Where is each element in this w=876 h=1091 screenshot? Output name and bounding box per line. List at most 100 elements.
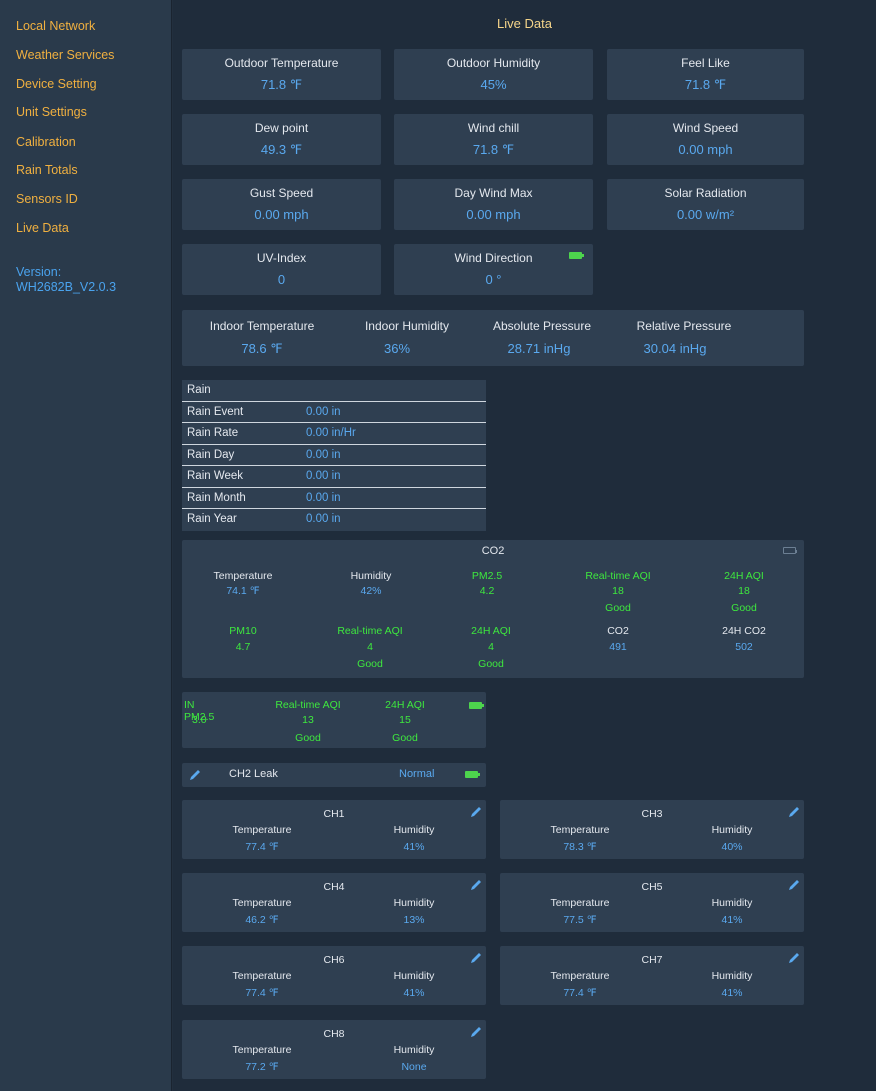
card-value: 0 xyxy=(277,272,286,287)
co2-24h-value: 502 xyxy=(735,641,753,653)
relative-pressure-label: Relative Pressure xyxy=(636,319,732,333)
temperature-label: Temperature xyxy=(232,970,292,982)
card-value: 0 ° xyxy=(485,272,502,287)
pencil-icon[interactable] xyxy=(469,951,483,965)
table-row: Rain Month 0.00 in xyxy=(182,488,486,509)
leak-name: CH2 Leak xyxy=(229,768,278,780)
card-wind-chill: Wind chill 71.8 ℉ xyxy=(394,114,593,165)
pencil-icon[interactable] xyxy=(469,1025,483,1039)
temperature-label: Temperature xyxy=(232,1044,292,1056)
in-pm25-value: 3.0 xyxy=(192,714,207,726)
humidity-value: 41% xyxy=(721,914,743,926)
page-title: Live Data xyxy=(497,16,552,31)
card-value: 71.8 ℉ xyxy=(472,142,515,157)
table-row: Rain Rate 0.00 in/Hr xyxy=(182,423,486,445)
nav-local-network[interactable]: Local Network xyxy=(16,19,95,33)
humidity-value: 41% xyxy=(403,841,425,853)
card-value: 0.00 mph xyxy=(678,142,733,157)
rain-row-value: 0.00 in xyxy=(306,405,341,418)
absolute-pressure-value: 28.71 inHg xyxy=(507,341,571,356)
absolute-pressure-label: Absolute Pressure xyxy=(492,319,592,333)
card-label: Gust Speed xyxy=(249,186,314,200)
temperature-value: 77.5 ℉ xyxy=(563,914,597,926)
co2-realtime-aqi-label: Real-time AQI xyxy=(585,570,651,582)
temperature-value: 77.2 ℉ xyxy=(245,1061,279,1073)
channel-name: CH3 xyxy=(641,808,663,820)
card-label: UV-Index xyxy=(256,251,307,265)
pencil-icon[interactable] xyxy=(787,878,801,892)
card-label: Outdoor Temperature xyxy=(224,56,339,70)
temperature-value: 78.3 ℉ xyxy=(563,841,597,853)
card-label: Day Wind Max xyxy=(454,186,533,200)
pencil-icon[interactable] xyxy=(188,768,202,782)
co2-pm10-24h-aqi-status: Good xyxy=(478,658,504,670)
co2-title: CO2 xyxy=(481,545,505,557)
co2-humidity-label: Humidity xyxy=(350,570,392,582)
pencil-icon[interactable] xyxy=(469,805,483,819)
card-wind-speed: Wind Speed 0.00 mph xyxy=(607,114,804,165)
leak-status: Normal xyxy=(399,768,435,780)
temperature-label: Temperature xyxy=(550,897,610,909)
rain-row-label: Rain Rate xyxy=(187,427,239,439)
rain-row-label: Rain Event xyxy=(187,405,244,418)
co2-pm10-realtime-aqi-label: Real-time AQI xyxy=(337,625,403,637)
nav-rain-totals[interactable]: Rain Totals xyxy=(16,163,78,177)
indoor-temperature-label: Indoor Temperature xyxy=(209,319,315,333)
humidity-value: 40% xyxy=(721,841,743,853)
temperature-label: Temperature xyxy=(550,824,610,836)
nav-live-data[interactable]: Live Data xyxy=(16,221,69,235)
co2-realtime-aqi-value: 18 xyxy=(612,585,624,597)
temperature-value: 46.2 ℉ xyxy=(245,914,279,926)
table-row: Rain Week 0.00 in xyxy=(182,466,486,488)
rain-row-value: 0.00 in xyxy=(306,448,341,461)
pencil-icon[interactable] xyxy=(787,951,801,965)
humidity-label: Humidity xyxy=(393,1044,435,1056)
rain-row-value: 0.00 in/Hr xyxy=(306,427,356,439)
table-row: Rain Year 0.00 in xyxy=(182,509,486,531)
sidebar: Local Network Weather Services Device Se… xyxy=(0,0,172,1091)
card-value: 49.3 ℉ xyxy=(260,142,303,157)
card-ch8: CH8 Temperature 77.2 ℉ Humidity None xyxy=(182,1020,486,1079)
card-ch4: CH4 Temperature 46.2 ℉ Humidity 13% xyxy=(182,873,486,932)
card-value: 45% xyxy=(480,77,507,92)
main-content: Live Data Outdoor Temperature 71.8 ℉ Out… xyxy=(173,0,876,1091)
humidity-value: 13% xyxy=(403,914,425,926)
humidity-value: None xyxy=(401,1061,427,1073)
card-outdoor-temperature: Outdoor Temperature 71.8 ℉ xyxy=(182,49,381,100)
pencil-icon[interactable] xyxy=(469,878,483,892)
co2-24h-label: 24H CO2 xyxy=(722,625,766,637)
nav-weather-services[interactable]: Weather Services xyxy=(16,48,114,62)
rain-row-label: Rain Year xyxy=(187,513,237,525)
relative-pressure-value: 30.04 inHg xyxy=(643,341,707,356)
nav-calibration[interactable]: Calibration xyxy=(16,135,76,149)
card-value: 71.8 ℉ xyxy=(684,77,727,92)
card-value: 71.8 ℉ xyxy=(260,77,303,92)
card-ch3: CH3 Temperature 78.3 ℉ Humidity 40% xyxy=(500,800,804,859)
humidity-label: Humidity xyxy=(393,824,435,836)
pencil-icon[interactable] xyxy=(787,805,801,819)
card-label: Outdoor Humidity xyxy=(446,56,541,70)
channel-name: CH4 xyxy=(323,881,345,893)
card-solar-radiation: Solar Radiation 0.00 w/m² xyxy=(607,179,804,230)
co2-temperature-label: Temperature xyxy=(213,570,273,582)
co2-pm25-value: 4.2 xyxy=(479,585,495,597)
indoor-temperature-value: 78.6 ℉ xyxy=(241,341,283,356)
nav-device-setting[interactable]: Device Setting xyxy=(16,77,97,91)
channel-name: CH8 xyxy=(323,1028,345,1040)
card-co2: CO2 Temperature 74.1 ℉ Humidity 42% PM2.… xyxy=(182,540,804,678)
nav-sensors-id[interactable]: Sensors ID xyxy=(16,192,78,206)
nav-unit-settings[interactable]: Unit Settings xyxy=(16,105,87,119)
humidity-label: Humidity xyxy=(393,970,435,982)
card-in-pm25: IN PM2.5 3.0 Real-time AQI 13 Good 24H A… xyxy=(182,692,486,748)
card-outdoor-humidity: Outdoor Humidity 45% xyxy=(394,49,593,100)
in-pm25-realtime-aqi-label: Real-time AQI xyxy=(275,699,341,711)
rain-header: Rain xyxy=(187,384,211,396)
temperature-value: 77.4 ℉ xyxy=(245,987,279,999)
rain-row-value: 0.00 in xyxy=(306,491,341,504)
rain-row-value: 0.00 in xyxy=(306,513,341,525)
co2-pm10-24h-aqi-label: 24H AQI xyxy=(471,625,511,637)
rain-row-label: Rain Week xyxy=(187,470,244,482)
co2-24h-aqi-label: 24H AQI xyxy=(724,570,764,582)
card-label: Solar Radiation xyxy=(664,186,747,200)
card-ch2-leak: CH2 Leak Normal xyxy=(182,763,486,787)
